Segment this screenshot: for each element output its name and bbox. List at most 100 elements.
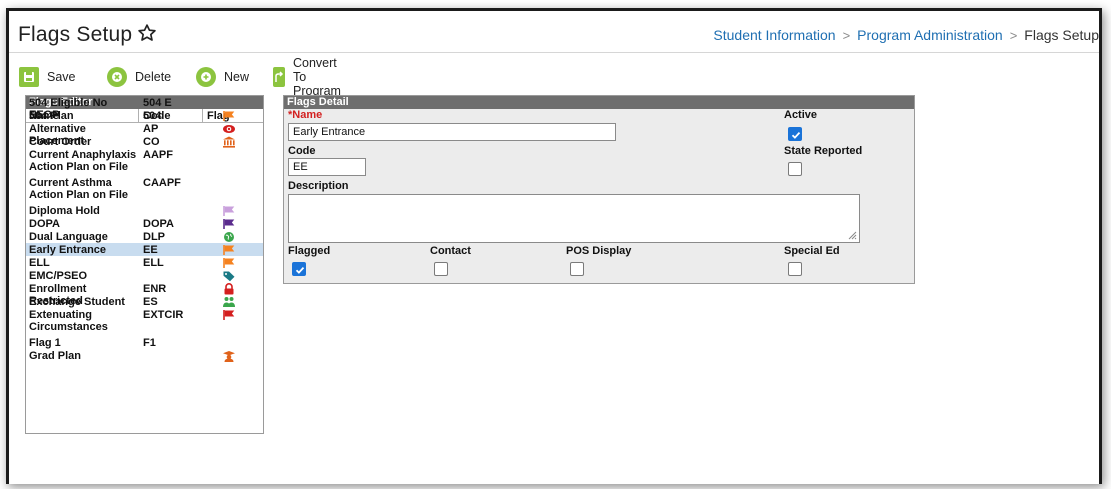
flag-cell-empty <box>222 337 236 349</box>
table-row[interactable]: Flag 1 F1 <box>26 336 263 349</box>
pos-display-checkbox[interactable] <box>570 262 584 276</box>
flag-name-cell: DOPA <box>29 218 60 230</box>
code-label: Code <box>288 145 316 157</box>
flag-icon <box>222 205 236 217</box>
flag-code-cell: DOPA <box>143 218 174 230</box>
flag-code-cell: CAAPF <box>143 177 181 189</box>
flag-code-cell: EXTCIR <box>143 309 184 321</box>
courthouse-icon <box>222 136 236 148</box>
tag-icon <box>222 270 236 282</box>
table-row[interactable]: ELL ELL <box>26 256 263 269</box>
table-row[interactable]: Current Asthma Action Plan on File CAAPF <box>26 176 263 204</box>
flag-code-cell: ELL <box>143 257 164 269</box>
contact-checkbox[interactable] <box>434 262 448 276</box>
people-icon <box>222 296 236 308</box>
flag-code-cell: F1 <box>143 337 156 349</box>
flag-icon <box>222 218 236 230</box>
active-label: Active <box>784 109 818 121</box>
flag-code-cell: AAPF <box>143 149 173 161</box>
globe-icon <box>222 231 236 243</box>
check-icon <box>295 266 305 274</box>
table-row[interactable]: Extenuating Circumstances EXTCIR <box>26 308 263 336</box>
table-row[interactable]: Alternative Placement AP <box>26 122 263 147</box>
flags-detail-title: Flags Detail <box>284 96 914 109</box>
description-textarea[interactable] <box>288 194 860 243</box>
table-row[interactable]: DOPA DOPA <box>26 217 263 230</box>
flag-icon <box>222 244 236 256</box>
state-reported-checkbox[interactable] <box>788 162 802 176</box>
flag-code-cell: DLP <box>143 231 165 243</box>
breadcrumb: Student Information > Program Administrati… <box>713 27 1099 43</box>
resize-handle-icon[interactable] <box>848 231 857 240</box>
delete-button[interactable]: Delete <box>107 66 171 88</box>
flag-icon <box>222 309 236 321</box>
flag-name-cell: 504 Plan <box>29 110 74 122</box>
flag-name-cell: Extenuating Circumstances <box>29 309 108 333</box>
branch-icon <box>273 67 285 87</box>
check-icon <box>791 131 801 139</box>
table-row[interactable]: Enrollment Restricted ENR <box>26 282 263 307</box>
flag-name-cell: EMC/PSEO <box>29 270 88 282</box>
delete-icon <box>107 67 127 87</box>
eye-icon <box>222 123 236 135</box>
special-ed-checkbox[interactable] <box>788 262 802 276</box>
flagged-label: Flagged <box>288 245 331 257</box>
flag-code-cell: ES <box>143 296 158 308</box>
state-reported-label: State Reported <box>784 145 863 157</box>
convert-to-program-button[interactable]: Convert To Program <box>273 56 349 98</box>
active-checkbox[interactable] <box>788 127 802 141</box>
flag-name-cell: Exchange Student <box>29 296 125 308</box>
flag-name-cell: Grad Plan <box>29 350 81 362</box>
breadcrumb-current: Flags Setup <box>1024 27 1099 43</box>
flag-name-cell: Dual Language <box>29 231 108 243</box>
flag-name-cell: Early Entrance <box>29 244 107 256</box>
flag-name-cell: ELL <box>29 257 50 269</box>
save-label: Save <box>47 70 76 84</box>
convert-label: Convert To Program <box>293 56 341 98</box>
page-header: Flags Setup Student Information > Program … <box>9 11 1099 53</box>
table-row[interactable]: Early Entrance EE <box>26 243 263 256</box>
lock-icon <box>222 283 236 295</box>
flagged-checkbox[interactable] <box>292 262 306 276</box>
graduate-icon <box>222 350 236 362</box>
new-label: New <box>224 70 250 84</box>
flag-code-cell: ENR <box>143 283 167 295</box>
flag-name-cell: Court Order <box>29 136 92 148</box>
contact-label: Contact <box>430 245 471 257</box>
flags-editor-panel: Flags Editor Name Code Flag 504 Eligible… <box>25 95 264 434</box>
flag-cell-empty <box>222 97 236 109</box>
flag-cell-empty <box>222 149 236 161</box>
flag-code-cell: 504 <box>143 110 162 122</box>
name-input[interactable] <box>288 123 616 141</box>
table-row[interactable]: Grad Plan <box>26 349 263 362</box>
page-title: Flags Setup <box>18 23 133 46</box>
flag-name-cell: Current Asthma Action Plan on File <box>29 177 129 201</box>
code-input[interactable] <box>288 158 366 176</box>
table-row[interactable]: 504 Plan 504 <box>26 109 263 122</box>
app-window: Flags Setup Student Information > Program … <box>6 8 1102 484</box>
flag-code-cell: AP <box>143 123 159 135</box>
flags-detail-panel: Flags Detail *Name Code Description Acti… <box>283 95 915 284</box>
star-icon[interactable] <box>137 23 157 43</box>
table-row[interactable]: 504 Eligible No EEOP 504 E <box>26 96 263 121</box>
table-row[interactable]: Current Anaphylaxis Action Plan on File A… <box>26 148 263 176</box>
table-row[interactable]: Diploma Hold <box>26 204 263 217</box>
new-button[interactable]: New <box>196 66 249 88</box>
flag-code-cell: 504 E <box>143 97 172 109</box>
flag-code-cell: EE <box>143 244 158 256</box>
flag-name-cell: Flag 1 <box>29 337 61 349</box>
flag-cell-empty <box>222 177 236 189</box>
flag-icon <box>222 257 236 269</box>
table-row[interactable]: EMC/PSEO <box>26 269 263 282</box>
description-label: Description <box>288 180 349 192</box>
delete-label: Delete <box>135 70 172 84</box>
flag-icon <box>222 110 236 122</box>
table-row[interactable]: Exchange Student ES <box>26 295 263 308</box>
flag-name-cell: Diploma Hold <box>29 205 100 217</box>
breadcrumb-program-administration[interactable]: Program Administration <box>857 27 1003 43</box>
save-button[interactable]: Save <box>19 66 76 88</box>
table-row[interactable]: Dual Language DLP <box>26 230 263 243</box>
breadcrumb-student-information[interactable]: Student Information <box>713 27 835 43</box>
table-row[interactable]: Court Order CO <box>26 135 263 148</box>
flag-name-cell: Current Anaphylaxis Action Plan on File <box>29 149 137 173</box>
